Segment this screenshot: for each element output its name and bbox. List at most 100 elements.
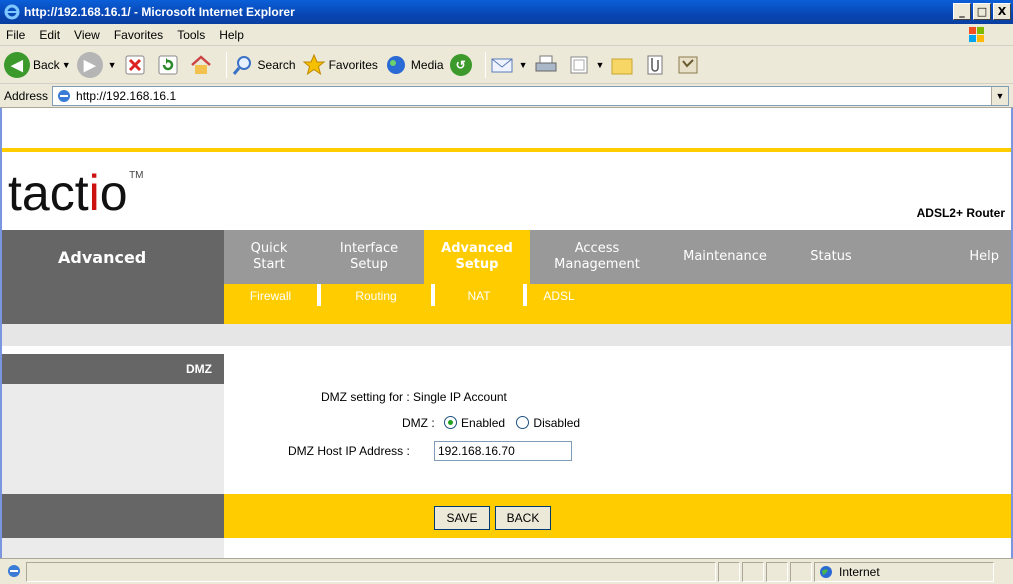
- favorites-label: Favorites: [328, 57, 378, 72]
- zone-label: Internet: [839, 564, 880, 579]
- address-input[interactable]: http://192.168.16.1 ▼: [52, 85, 1009, 106]
- history-icon: ↺: [449, 53, 472, 76]
- stop-icon: [123, 53, 147, 77]
- status-bar: Internet: [0, 558, 1013, 584]
- search-label: Search: [257, 57, 296, 72]
- back-arrow-icon: ◀: [4, 51, 30, 78]
- section-title-sub: [2, 284, 224, 324]
- side-panel: [2, 384, 224, 494]
- page-icon: [56, 88, 72, 104]
- save-button[interactable]: SAVE: [434, 506, 490, 530]
- minimize-button[interactable]: _: [953, 3, 971, 20]
- address-bar: Address http://192.168.16.1 ▼: [0, 84, 1013, 108]
- dmz-setting-row: DMZ setting for : Single IP Account: [321, 390, 507, 404]
- search-icon: [231, 53, 255, 77]
- menu-view[interactable]: View: [74, 28, 100, 42]
- chevron-down-icon[interactable]: ▼: [519, 60, 528, 70]
- dmz-toggle-row: DMZ : Enabled Disabled: [402, 416, 580, 430]
- messenger-icon: [676, 53, 700, 77]
- back-page-button[interactable]: BACK: [495, 506, 551, 530]
- chevron-down-icon[interactable]: ▼: [596, 60, 605, 70]
- toolbar: ◀ Back ▼ ▶ ▼ Search Favorites Media ↺ ▼ …: [0, 46, 1013, 84]
- nav-interface-setup[interactable]: Interface Setup: [314, 230, 424, 284]
- edit-button[interactable]: ▼: [567, 53, 605, 77]
- subnav-nat[interactable]: NAT: [435, 284, 527, 306]
- status-cell: [718, 561, 740, 582]
- product-name: ADSL2+ Router: [916, 206, 1005, 220]
- back-label: Back: [33, 57, 60, 72]
- media-button[interactable]: Media: [384, 53, 444, 77]
- tactio-logo: tactio TM: [8, 165, 144, 221]
- chevron-down-icon[interactable]: ▼: [62, 60, 71, 70]
- menu-bar: File Edit View Favorites Tools Help: [0, 24, 1013, 46]
- subnav-firewall[interactable]: Firewall: [224, 284, 321, 306]
- side-footer-light: [2, 538, 224, 558]
- back-button[interactable]: ◀ Back ▼: [4, 51, 71, 78]
- section-title: Advanced: [2, 230, 224, 284]
- dmz-setting-label: DMZ setting for :: [321, 390, 410, 404]
- subnav-adsl[interactable]: ADSL: [527, 284, 591, 306]
- close-button[interactable]: X: [993, 3, 1011, 20]
- chevron-down-icon[interactable]: ▼: [108, 60, 117, 70]
- chevron-down-icon[interactable]: ▼: [991, 86, 1008, 105]
- title-bar: http://192.168.16.1/ - Microsoft Interne…: [0, 0, 1013, 24]
- forward-arrow-icon: ▶: [76, 51, 103, 78]
- page-status-icon: [6, 563, 24, 581]
- mail-icon: [490, 53, 514, 77]
- refresh-button[interactable]: [156, 53, 183, 77]
- mail-button[interactable]: ▼: [490, 53, 528, 77]
- subnav-routing[interactable]: Routing: [321, 284, 435, 306]
- maximize-button[interactable]: □: [973, 3, 991, 20]
- home-button[interactable]: [189, 53, 216, 77]
- ie-icon: [4, 4, 20, 20]
- dmz-disabled-label: Disabled: [533, 416, 581, 430]
- status-cell: [790, 561, 812, 582]
- menu-help[interactable]: Help: [219, 28, 244, 42]
- research-button[interactable]: [643, 53, 670, 77]
- menu-tools[interactable]: Tools: [177, 28, 205, 42]
- dmz-side-label: DMZ: [2, 354, 224, 384]
- dmz-enabled-label: Enabled: [461, 416, 506, 430]
- zone-cell: Internet: [814, 561, 994, 582]
- history-button[interactable]: ↺: [449, 53, 475, 76]
- menu-favorites[interactable]: Favorites: [114, 28, 163, 42]
- page-viewport: tactio TM ADSL2+ Router Advanced Quick Sta…: [0, 108, 1013, 558]
- address-label: Address: [4, 88, 49, 103]
- status-cell: [742, 561, 764, 582]
- stop-button[interactable]: [123, 53, 150, 77]
- dmz-host-ip-input[interactable]: [434, 441, 572, 461]
- content-footer: [224, 494, 1011, 538]
- dmz-host-label: DMZ Host IP Address :: [288, 444, 410, 458]
- refresh-icon: [156, 53, 180, 77]
- messenger-button[interactable]: [676, 53, 703, 77]
- toolbar-separator: [225, 51, 227, 78]
- home-icon: [189, 53, 213, 77]
- discuss-button[interactable]: [610, 53, 637, 77]
- windows-logo-icon: [961, 25, 993, 45]
- dmz-disabled-radio[interactable]: [516, 416, 530, 429]
- print-button[interactable]: [534, 53, 561, 77]
- nav-advanced-setup[interactable]: Advanced Setup: [424, 230, 530, 284]
- divider-band: [2, 324, 1011, 346]
- menu-file[interactable]: File: [6, 28, 25, 42]
- nav-quick-start[interactable]: Quick Start: [224, 230, 314, 284]
- forward-button[interactable]: ▶ ▼: [76, 51, 117, 78]
- menu-edit[interactable]: Edit: [39, 28, 60, 42]
- nav-access-management[interactable]: Access Management: [530, 230, 664, 284]
- nav-help[interactable]: Help: [876, 230, 1011, 284]
- media-label: Media: [410, 57, 444, 72]
- dmz-enabled-radio[interactable]: [444, 416, 458, 429]
- status-text-cell: [26, 561, 716, 582]
- favorites-button[interactable]: Favorites: [302, 53, 378, 77]
- globe-icon: [819, 565, 833, 579]
- side-footer-dark: [2, 494, 224, 538]
- folder-icon: [610, 53, 634, 77]
- search-button[interactable]: Search: [231, 53, 296, 77]
- dmz-setting-value: Single IP Account: [413, 390, 507, 404]
- main-nav: Quick Start Interface Setup Advanced Setup …: [224, 230, 1011, 284]
- nav-maintenance[interactable]: Maintenance: [664, 230, 786, 284]
- star-icon: [302, 53, 326, 77]
- nav-status[interactable]: Status: [786, 230, 876, 284]
- address-url: http://192.168.16.1: [76, 88, 177, 103]
- media-icon: [384, 53, 408, 77]
